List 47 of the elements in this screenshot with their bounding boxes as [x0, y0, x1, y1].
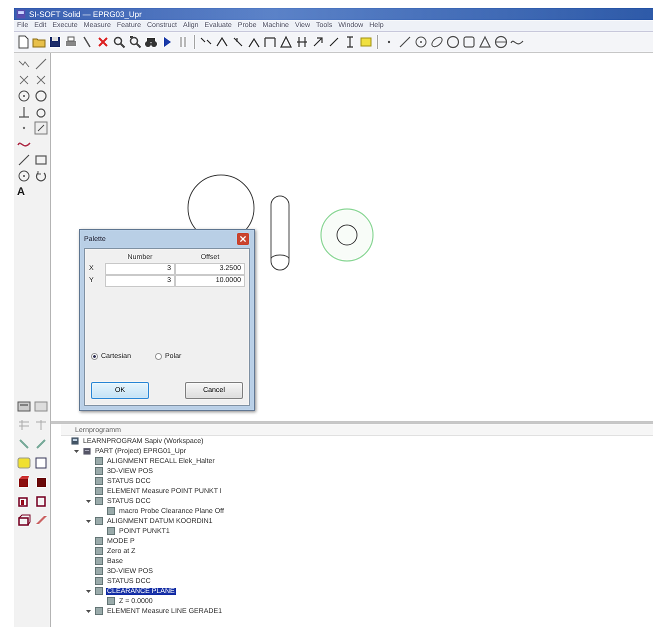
sphere-icon[interactable] [494, 35, 508, 49]
circle-feature-drawing [320, 208, 374, 262]
expanded-arrow-icon[interactable] [73, 448, 80, 454]
square-outline-icon[interactable] [34, 456, 48, 470]
arc-icon[interactable] [34, 169, 48, 183]
app-icon [16, 9, 26, 19]
search-icon[interactable] [112, 35, 126, 49]
perpendicular-icon[interactable] [17, 105, 31, 119]
drawing-tool-icon[interactable] [327, 35, 341, 49]
drawing-tool-icon[interactable] [311, 35, 325, 49]
circle-icon[interactable] [34, 89, 48, 103]
zoom-icon[interactable] [128, 35, 142, 49]
drawing-tool-icon[interactable] [295, 35, 309, 49]
circle-center-icon[interactable] [17, 89, 31, 103]
delete-icon[interactable] [96, 35, 110, 49]
drawing-tool-icon[interactable] [263, 35, 277, 49]
binoculars-icon[interactable] [144, 35, 158, 49]
line-icon[interactable] [398, 35, 412, 49]
cross-icon[interactable] [34, 73, 48, 87]
radio-button[interactable] [91, 353, 98, 360]
drawing-tool-icon[interactable] [279, 35, 293, 49]
circle-center-icon[interactable] [17, 169, 31, 183]
new-document-icon[interactable] [16, 35, 30, 49]
circle-icon[interactable] [446, 35, 460, 49]
cone-icon[interactable] [478, 35, 492, 49]
rectangle-icon[interactable] [462, 35, 476, 49]
drawing-tool-icon[interactable] [215, 35, 229, 49]
expanded-arrow-icon[interactable] [85, 498, 92, 504]
save-icon[interactable] [48, 35, 62, 49]
circle-center-icon[interactable] [414, 35, 428, 49]
text-tool-button[interactable]: A [17, 185, 31, 199]
drawing-tool-icon[interactable] [231, 35, 245, 49]
ellipse-icon[interactable] [430, 35, 444, 49]
radio-button[interactable] [154, 353, 162, 360]
expanded-arrow-icon[interactable] [85, 518, 92, 524]
printer-icon[interactable] [64, 35, 78, 49]
line-icon[interactable] [34, 57, 48, 71]
line-icon[interactable] [17, 153, 31, 167]
workspace-icon [70, 436, 80, 446]
cross-icon[interactable] [17, 73, 31, 87]
expanded-arrow-icon[interactable] [85, 588, 92, 594]
part-icon [82, 446, 92, 456]
rectangle-icon[interactable] [34, 153, 48, 167]
expanded-arrow-icon[interactable] [85, 608, 92, 614]
window-title: SI-SOFT Solid — EPRG03_Upr [29, 10, 142, 18]
view-icon[interactable] [17, 399, 31, 413]
close-icon[interactable] [236, 233, 250, 245]
